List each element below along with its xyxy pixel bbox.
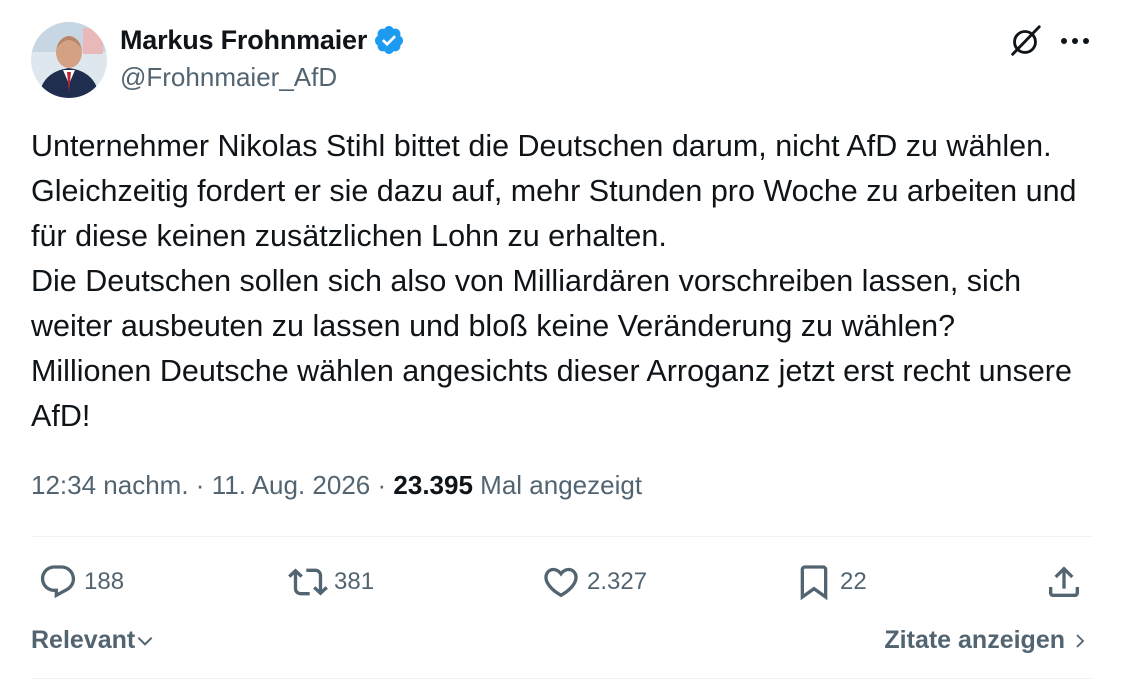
verified-badge-icon: [375, 26, 404, 54]
share-icon: [1049, 566, 1079, 597]
tweet-date[interactable]: 11. Aug. 2026: [212, 470, 371, 500]
meta-separator: ·: [195, 470, 205, 500]
tweet-text: Unternehmer Nikolas Stihl bittet die Deu…: [31, 124, 1106, 439]
bookmark-count: 22: [840, 568, 867, 595]
reply-count: 188: [84, 568, 125, 595]
sort-label: Relevant: [31, 626, 136, 654]
tweet-meta: 12:34 nachm. · 11. Aug. 2026 · 23.395 Ma…: [31, 470, 642, 501]
like-icon: [544, 567, 578, 598]
author-handle[interactable]: @Frohnmaier_AfD: [120, 62, 337, 93]
share-button[interactable]: [1044, 562, 1084, 602]
chevron-right-icon: [1076, 633, 1085, 648]
tweet-paragraph: Millionen Deutsche wählen angesichts die…: [31, 354, 1072, 433]
grok-icon[interactable]: [1006, 22, 1044, 60]
bookmark-button[interactable]: 22: [794, 562, 867, 602]
repost-count: 381: [334, 568, 375, 595]
repost-icon: [288, 568, 328, 596]
reply-icon: [40, 565, 76, 599]
tweet-time[interactable]: 12:34 nachm.: [31, 470, 189, 500]
author-display-name[interactable]: Markus Frohnmaier: [120, 25, 367, 56]
view-quotes-link[interactable]: Zitate anzeigen: [884, 626, 1089, 655]
repost-button[interactable]: 381: [288, 562, 374, 602]
sort-dropdown[interactable]: Relevant: [31, 626, 155, 655]
author-name-row[interactable]: Markus Frohnmaier: [120, 24, 405, 56]
tweet-paragraph: Die Deutschen sollen sich also von Milli…: [31, 264, 1022, 343]
tweet-paragraph: Unternehmer Nikolas Stihl bittet die Deu…: [31, 129, 1077, 253]
like-button[interactable]: 2.327: [541, 562, 647, 602]
views-label: Mal angezeigt: [480, 470, 643, 500]
bookmark-icon: [800, 565, 828, 601]
views-count: 23.395: [393, 470, 473, 500]
more-icon[interactable]: [1058, 26, 1092, 56]
quotes-label: Zitate anzeigen: [884, 626, 1065, 654]
divider: [31, 678, 1093, 679]
meta-separator: ·: [377, 470, 387, 500]
divider: [31, 536, 1093, 537]
avatar[interactable]: [31, 22, 107, 98]
chevron-down-icon: [137, 636, 153, 646]
like-count: 2.327: [587, 568, 648, 595]
avatar-image: [31, 22, 107, 98]
reply-button[interactable]: 188: [38, 562, 124, 602]
